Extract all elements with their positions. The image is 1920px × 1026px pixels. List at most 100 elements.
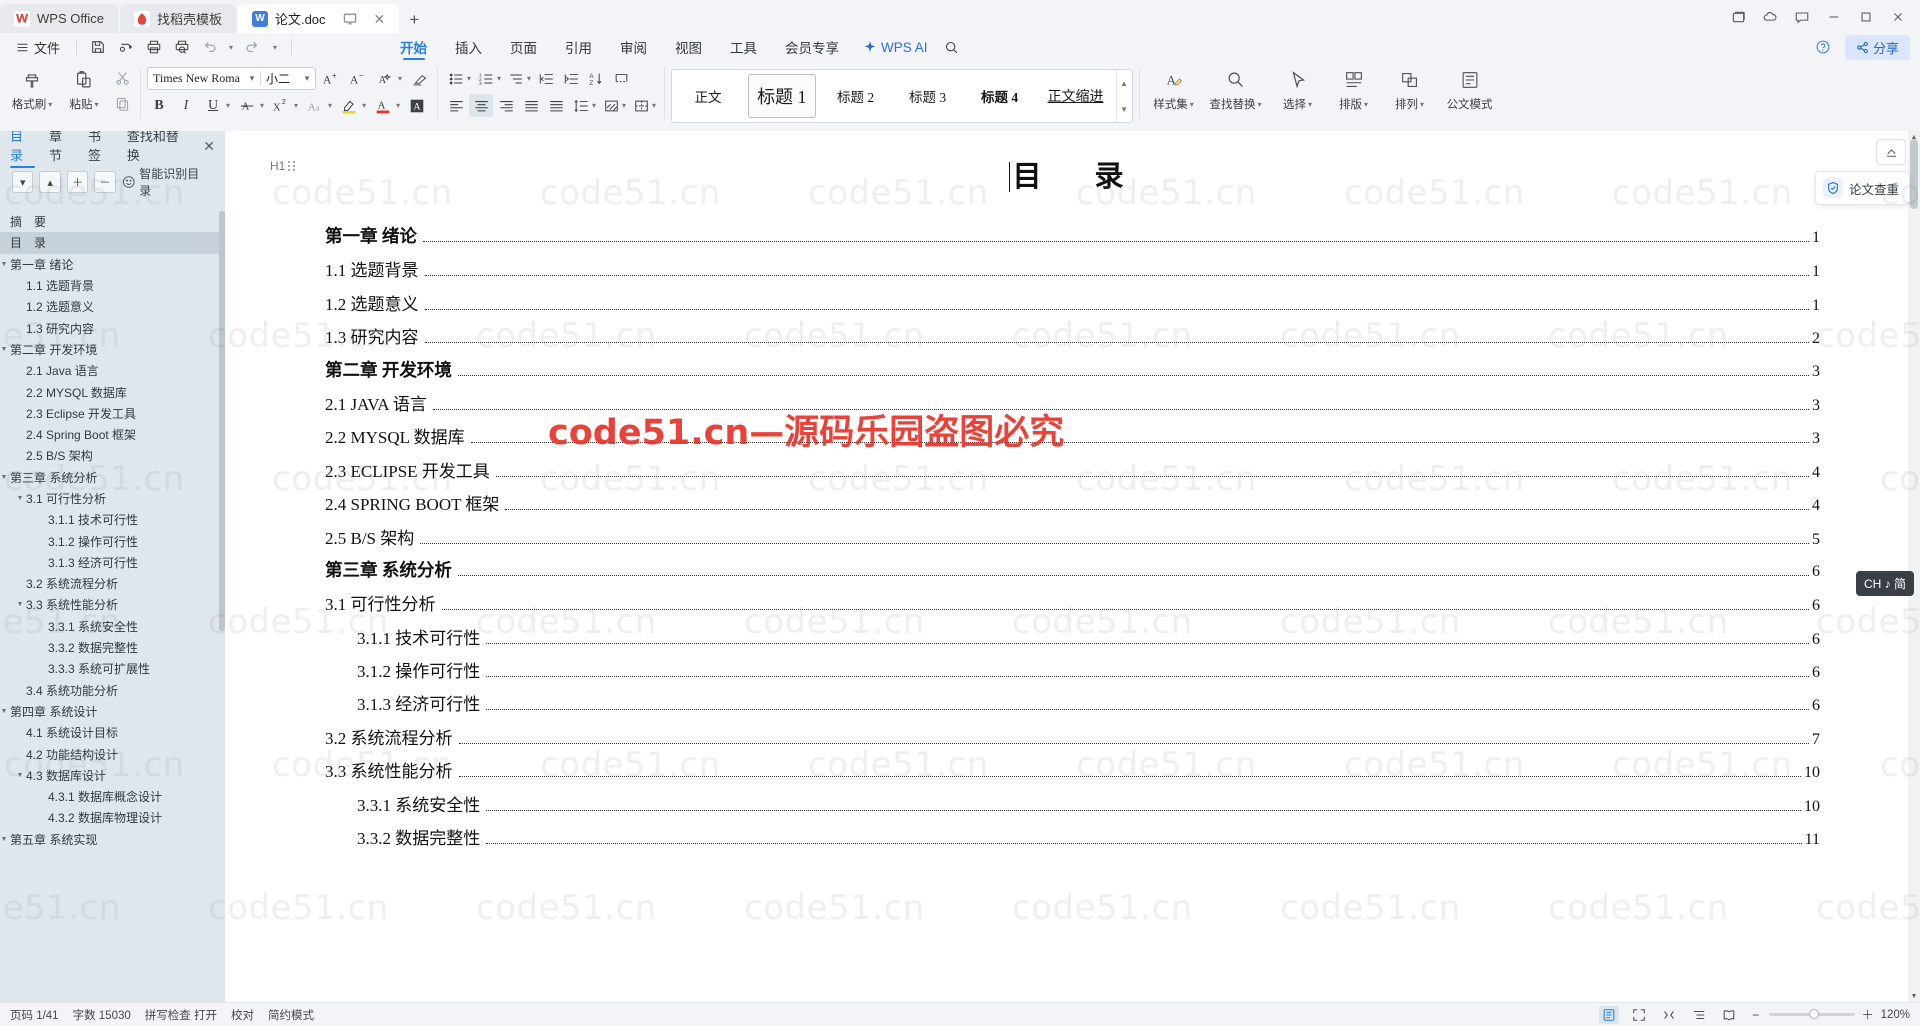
align-center-button[interactable]	[469, 94, 494, 117]
superscript-button[interactable]: X2	[269, 94, 293, 117]
shading-button[interactable]	[599, 94, 623, 117]
align-right-button[interactable]	[494, 94, 518, 117]
save-icon[interactable]	[85, 35, 111, 59]
toc-entry[interactable]: 2.3 ECLIPSE 开发工具 4	[325, 457, 1820, 490]
nav-expand-arrow-icon[interactable]: ▼	[14, 495, 26, 502]
style-scroll-up-icon[interactable]: ▲	[1117, 70, 1132, 96]
nav-item[interactable]: 2.2 MYSQL 数据库	[0, 381, 225, 402]
minimize-window-button[interactable]	[1820, 5, 1848, 29]
zoom-knob[interactable]	[1808, 1009, 1819, 1019]
nav-item[interactable]: 3.1.2 操作可行性	[0, 530, 225, 551]
style-标题-1[interactable]: 标题 1	[748, 74, 816, 118]
demote-level-icon[interactable]: －	[94, 171, 116, 193]
nav-item[interactable]: 2.3 Eclipse 开发工具	[0, 403, 225, 424]
present-on-monitor-icon[interactable]	[343, 12, 357, 26]
nav-tab-书签[interactable]: 书签	[88, 126, 113, 168]
strikethrough-dropdown-icon[interactable]: ▾	[260, 101, 264, 110]
nav-item[interactable]: 2.5 B/S 架构	[0, 445, 225, 466]
tab-wps-office[interactable]: WPS Office	[0, 4, 118, 33]
zoom-out-button[interactable]: −	[1749, 1008, 1763, 1022]
status-page-info[interactable]: 页码 1/41	[10, 1007, 59, 1023]
print-layout-icon[interactable]	[1598, 1005, 1619, 1024]
font-name-input[interactable]: Times New Roma	[148, 71, 244, 86]
collapse-all-icon[interactable]: ▴	[39, 171, 61, 193]
undo-icon[interactable]	[197, 35, 223, 59]
read-mode-icon[interactable]	[1719, 1006, 1739, 1024]
toc-entry[interactable]: 3.1.1 技术可行性 6	[325, 624, 1820, 657]
status-layout-mode[interactable]: 简约模式	[268, 1007, 314, 1023]
numbered-list-button[interactable]: 123	[474, 67, 498, 90]
tab-引用[interactable]: 引用	[551, 33, 606, 61]
font-color-button[interactable]: A	[371, 94, 395, 117]
quick-access-more-icon[interactable]: ▾	[267, 35, 283, 59]
toc-entry[interactable]: 2.2 MYSQL 数据库 3	[325, 423, 1820, 456]
clear-format-icon[interactable]	[407, 67, 431, 90]
nav-item[interactable]: 4.2 功能结构设计	[0, 743, 225, 764]
status-spellcheck[interactable]: 拼写检查 打开	[145, 1007, 217, 1023]
underline-dropdown-icon[interactable]: ▾	[226, 101, 230, 110]
line-spacing-button[interactable]	[569, 94, 593, 117]
tab-开始[interactable]: 开始	[386, 33, 441, 61]
ime-status-badge[interactable]: CH ♪ 简	[1855, 571, 1914, 596]
search-icon[interactable]	[938, 33, 966, 61]
font-size-input[interactable]: 小二	[261, 70, 299, 87]
nav-item[interactable]: 3.4 系统功能分析	[0, 680, 225, 701]
distribute-button[interactable]	[544, 94, 568, 117]
bold-button[interactable]: B	[147, 94, 171, 117]
nav-item[interactable]: 3.3.2 数据完整性	[0, 637, 225, 658]
zoom-slider[interactable]: − ＋ 120%	[1749, 1006, 1910, 1023]
align-left-button[interactable]	[444, 94, 468, 117]
toc-entry[interactable]: 1.3 研究内容 2	[325, 323, 1820, 356]
bullet-list-button[interactable]	[444, 67, 468, 90]
nav-item[interactable]: 4.3.2 数据库物理设计	[0, 807, 225, 828]
font-color-dropdown-icon[interactable]: ▾	[396, 101, 400, 110]
toc-entry[interactable]: 3.3 系统性能分析 10	[325, 757, 1820, 790]
paragraph-grip-icon[interactable]	[288, 161, 296, 171]
toc-entry[interactable]: 3.1.3 经济可行性 6	[325, 690, 1820, 723]
decrease-indent-button[interactable]	[534, 67, 558, 90]
italic-button[interactable]: I	[174, 94, 198, 117]
select-button[interactable]: 选择 ▾	[1270, 63, 1326, 112]
cut-icon[interactable]	[110, 67, 134, 90]
tab-视图[interactable]: 视图	[661, 33, 716, 61]
nav-tab-目录[interactable]: 目录	[10, 126, 35, 168]
tab-插入[interactable]: 插入	[441, 33, 496, 61]
promote-level-icon[interactable]: ＋	[66, 171, 89, 193]
tab-document-论文[interactable]: W 论文.doc ✕	[237, 4, 400, 33]
superscript-dropdown-icon[interactable]: ▾	[294, 101, 298, 110]
file-menu-button[interactable]: 文件	[8, 35, 68, 59]
style-正文缩进[interactable]: 正文缩进	[1040, 74, 1112, 118]
highlight-dropdown-icon[interactable]: ▾	[362, 101, 366, 110]
shrink-font-button[interactable]: A −	[346, 67, 370, 90]
nav-item[interactable]: ▼ 第五章 系统实现	[0, 829, 225, 850]
zoom-track[interactable]	[1768, 1009, 1855, 1019]
style-scroll-down-icon[interactable]: ▼	[1117, 96, 1132, 122]
toc-entry[interactable]: 3.1 可行性分析 6	[325, 590, 1820, 623]
nav-tab-章节[interactable]: 章节	[49, 126, 74, 168]
increase-indent-button[interactable]	[559, 67, 583, 90]
nav-item[interactable]: 4.3.1 数据库概念设计	[0, 786, 225, 807]
arrange-button[interactable]: 排列 ▾	[1382, 63, 1438, 112]
tab-docer-template[interactable]: 找稻壳模板	[119, 4, 236, 33]
toc-entry[interactable]: 2.5 B/S 架构 5	[325, 524, 1820, 557]
style-gallery-scroll[interactable]: ▲ ▼	[1115, 70, 1132, 122]
web-layout-icon[interactable]	[1659, 1006, 1679, 1024]
nav-item[interactable]: 目 录	[0, 232, 225, 254]
scroll-down-icon[interactable]: ▼	[1908, 990, 1920, 1002]
numbered-list-dropdown-icon[interactable]: ▾	[497, 74, 501, 83]
borders-button[interactable]	[629, 94, 653, 117]
table-of-contents[interactable]: 第一章 绪论 1 1.1 选题背景 1 1.2 选题意义 1 1.3 研究内容 2 第二章 开发…	[225, 195, 1920, 857]
toc-entry[interactable]: 2.1 JAVA 语言 3	[325, 390, 1820, 423]
thesis-plagiarism-check-card[interactable]: 论文查重	[1814, 171, 1910, 205]
nav-tab-查找和替换[interactable]: 查找和替换	[127, 126, 189, 168]
doc-mode-button[interactable]: 公文模式	[1438, 63, 1502, 112]
print-preview-icon[interactable]	[169, 35, 195, 59]
justify-button[interactable]	[519, 94, 543, 117]
text-case-dropdown-icon[interactable]: ▾	[328, 101, 332, 110]
sort-button[interactable]: AZ	[584, 67, 608, 90]
style-标题-4[interactable]: 标题 4	[968, 74, 1032, 118]
nav-item[interactable]: 1.1 选题背景	[0, 275, 225, 296]
close-navigation-pane-icon[interactable]: ✕	[203, 138, 219, 155]
nav-item[interactable]: ▼ 4.3 数据库设计	[0, 765, 225, 786]
nav-expand-arrow-icon[interactable]: ▼	[0, 474, 10, 481]
